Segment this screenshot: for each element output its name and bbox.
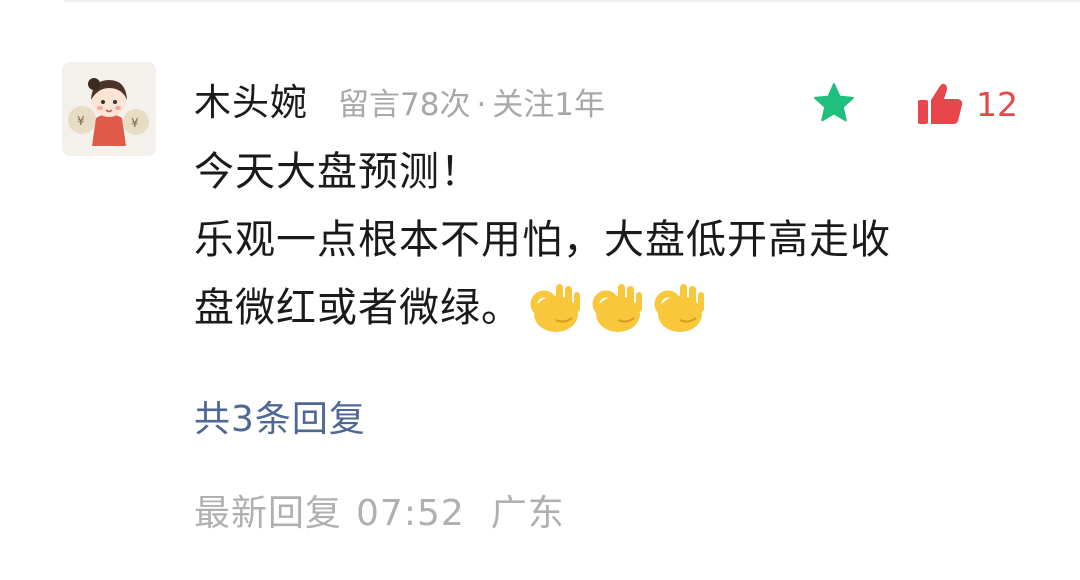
avatar[interactable]: ¥ ¥ (62, 62, 156, 156)
star-icon (814, 83, 854, 122)
meta-separator: · (476, 87, 487, 123)
comment-body: 今天大盘预测！ 乐观一点根本不用怕，大盘低开高走收 盘微红或者微绿。 (194, 138, 1034, 342)
ok-hand-emoji (526, 280, 584, 336)
comment-line-text: 盘微红或者微绿。 (194, 285, 522, 331)
follow-duration: 关注1年 (492, 87, 606, 123)
message-count: 留言78次 (338, 87, 471, 123)
avatar-illustration: ¥ ¥ (62, 62, 156, 156)
author-line: 木头婉 留言78次 · 关注1年 (194, 72, 605, 124)
like-button[interactable]: 12 (916, 80, 1018, 128)
author-meta: 留言78次 · 关注1年 (338, 79, 605, 124)
like-count: 12 (976, 84, 1018, 124)
ok-hand-icon (530, 284, 580, 332)
latest-reply-location: 广东 (490, 493, 565, 534)
comment-line: 今天大盘预测！ (194, 149, 481, 195)
view-replies-link[interactable]: 共3条回复 (194, 390, 366, 442)
latest-reply-time: 07:52 (356, 493, 465, 534)
author-name[interactable]: 木头婉 (194, 72, 308, 126)
comment-line-last: 盘微红或者微绿。 (194, 274, 1034, 342)
ok-hand-icon (654, 284, 704, 332)
thumbs-up-icon (918, 83, 963, 124)
favorite-button[interactable] (810, 80, 858, 128)
svg-text:¥: ¥ (77, 114, 85, 128)
comment-line: 乐观一点根本不用怕，大盘低开高走收 (194, 217, 891, 263)
ok-hand-emoji (650, 280, 708, 336)
latest-reply-meta: 最新回复 07:52 广东 (194, 484, 565, 536)
ok-hand-icon (592, 284, 642, 332)
latest-reply-label: 最新回复 (194, 493, 343, 534)
svg-text:¥: ¥ (131, 116, 139, 130)
top-divider (64, 0, 1080, 2)
ok-hand-emoji (588, 280, 646, 336)
